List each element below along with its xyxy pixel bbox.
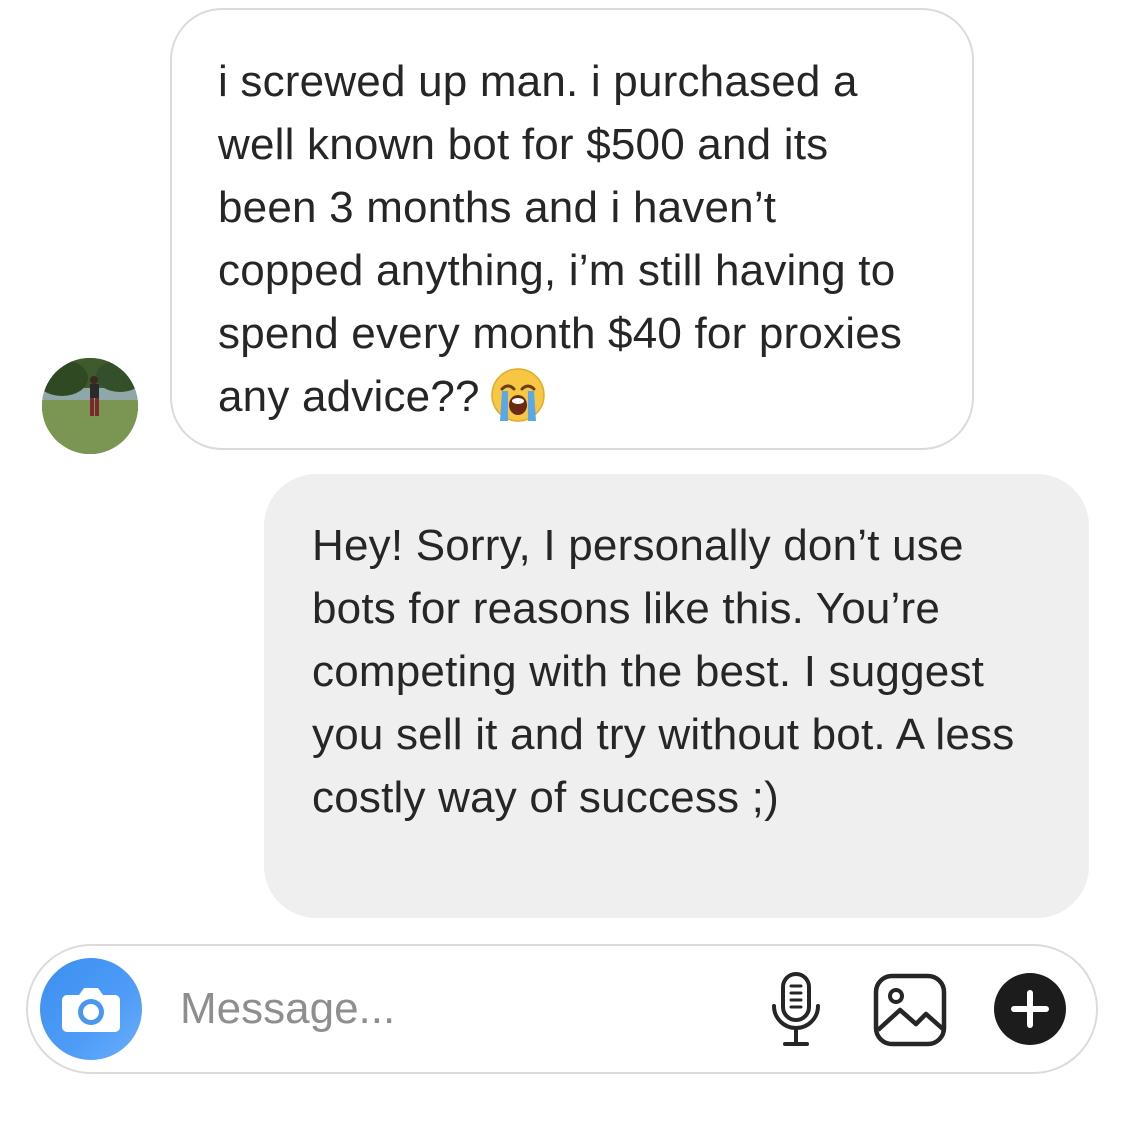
camera-icon xyxy=(62,988,120,1032)
avatar-photo xyxy=(42,358,138,454)
incoming-message-text: i screwed up man. i purchased a well kno… xyxy=(218,50,926,428)
message-composer xyxy=(26,944,1098,1074)
incoming-message-bubble[interactable]: i screwed up man. i purchased a well kno… xyxy=(170,8,974,450)
avatar[interactable] xyxy=(42,358,138,454)
message-input[interactable] xyxy=(180,976,740,1042)
outgoing-message-bubble[interactable]: Hey! Sorry, I personally don’t use bots … xyxy=(264,474,1089,918)
gallery-button[interactable] xyxy=(872,972,948,1048)
outgoing-message-text: Hey! Sorry, I personally don’t use bots … xyxy=(312,521,1015,822)
plus-icon xyxy=(994,973,1066,1045)
camera-button[interactable] xyxy=(40,958,142,1060)
message-thread: i screwed up man. i purchased a well kno… xyxy=(0,0,1125,930)
microphone-button[interactable] xyxy=(766,970,826,1050)
gallery-icon xyxy=(873,973,947,1047)
loudly-crying-face-icon xyxy=(490,368,545,423)
add-content-button[interactable] xyxy=(992,971,1068,1047)
microphone-icon xyxy=(772,972,820,1046)
